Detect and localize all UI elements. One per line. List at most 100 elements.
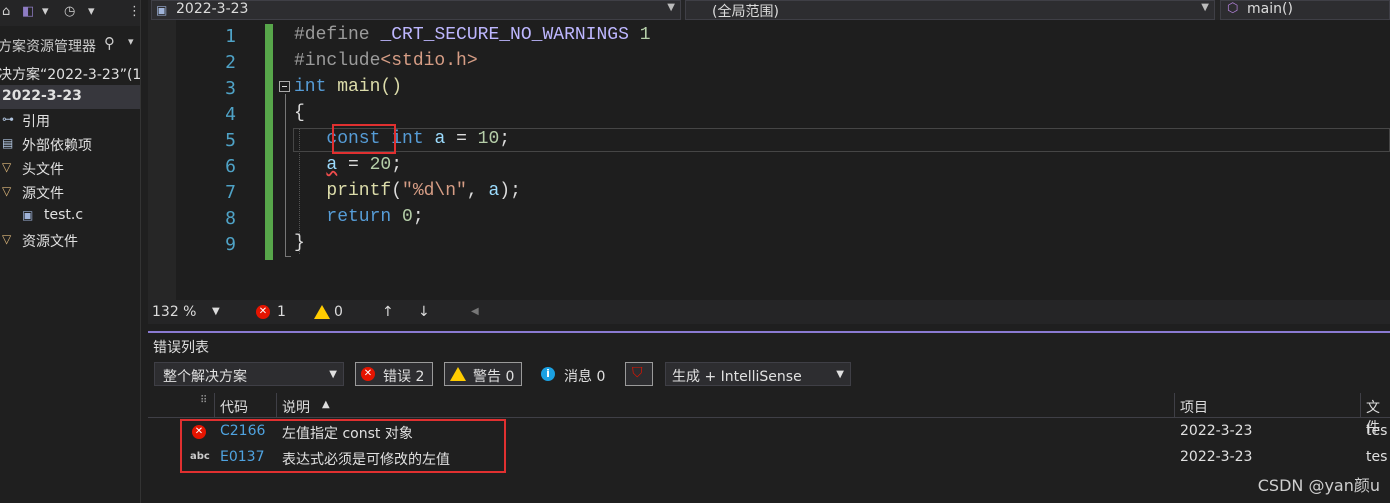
semicolon: ; bbox=[391, 155, 403, 175]
errors-toggle-label: 错误 2 bbox=[383, 369, 425, 385]
tree-item-resource-files[interactable]: ▽ 资源文件 bbox=[0, 228, 140, 252]
outline-scope-end bbox=[285, 256, 291, 257]
solution-explorer-header: 方案资源管理器 ⚲ ▾ bbox=[0, 33, 140, 55]
solution-explorer: ⌂ ◧ ▾ ◷ ▾ ⋮ 方案资源管理器 ⚲ ▾ 决方案“2022-3-23”(1… bbox=[0, 0, 141, 503]
more-icon[interactable]: ⋮ bbox=[128, 4, 140, 19]
error-count[interactable]: 1 bbox=[277, 304, 286, 320]
external-deps-icon: ▤ bbox=[2, 136, 14, 150]
warning-icon bbox=[450, 367, 466, 381]
messages-toggle-button[interactable]: i 消息 0 bbox=[533, 362, 613, 386]
line-number: 5 bbox=[225, 130, 236, 151]
warning-count[interactable]: 0 bbox=[334, 304, 343, 320]
code-line-7: printf("%d\n", a); bbox=[294, 181, 520, 201]
project-dropdown[interactable]: ▣ 2022-3-23 ▼ bbox=[151, 0, 681, 20]
number-literal: 10 bbox=[477, 129, 500, 149]
member-dropdown-value: main() bbox=[1247, 1, 1293, 17]
tree-item-label: 资源文件 bbox=[22, 234, 78, 250]
column-description[interactable]: 说明 bbox=[282, 397, 310, 417]
outline-scope-line bbox=[285, 94, 286, 256]
number-literal: 1 bbox=[639, 25, 651, 45]
column-code[interactable]: 代码 bbox=[220, 397, 248, 417]
filter-folder-icon: ▽ bbox=[2, 184, 12, 198]
info-icon: i bbox=[541, 367, 555, 381]
c-file-icon: ▣ bbox=[22, 208, 34, 222]
tree-item-label: 引用 bbox=[22, 114, 50, 130]
chevron-down-icon[interactable]: ▼ bbox=[212, 306, 220, 317]
tree-item-source-files[interactable]: ▽ 源文件 bbox=[0, 180, 140, 204]
error-project: 2022-3-23 bbox=[1180, 449, 1253, 465]
column-divider bbox=[214, 393, 215, 417]
tree-item-label: 外部依赖项 bbox=[22, 138, 92, 154]
panel-title: 方案资源管理器 bbox=[0, 39, 96, 55]
preprocessor-directive: #define bbox=[294, 25, 370, 45]
column-project[interactable]: 项目 bbox=[1180, 397, 1208, 417]
scroll-left-icon[interactable]: ◀ bbox=[471, 306, 479, 317]
scope-dropdown-value: (全局范围) bbox=[712, 4, 779, 20]
search-icon[interactable]: ⚲ bbox=[104, 34, 115, 52]
tree-item-header-files[interactable]: ▽ 头文件 bbox=[0, 156, 140, 180]
code-line-3: int main() bbox=[294, 77, 402, 97]
home-icon[interactable]: ⌂ bbox=[2, 4, 10, 19]
column-divider bbox=[1174, 393, 1175, 417]
operator: = bbox=[337, 155, 370, 175]
function-signature: main() bbox=[326, 77, 403, 97]
line-number: 7 bbox=[225, 182, 236, 203]
panel-title[interactable]: 错误列表 bbox=[153, 337, 209, 357]
editor-status-bar: 132 % ▼ ✕ 1 0 ↑ ↓ ◀ bbox=[148, 300, 1390, 324]
chevron-down-icon[interactable]: ▾ bbox=[128, 35, 134, 48]
scope-filter-dropdown[interactable]: 整个解决方案 ▼ bbox=[154, 362, 344, 386]
annotation-box-const bbox=[332, 124, 396, 154]
tree-project[interactable]: 2022-3-23 bbox=[0, 85, 140, 109]
vs-switch-view-icon[interactable]: ◧ bbox=[22, 4, 34, 19]
error-file: tes bbox=[1366, 423, 1388, 439]
tree-item-label: 头文件 bbox=[22, 162, 64, 178]
code-line-6: a = 20; bbox=[294, 155, 402, 175]
zoom-level[interactable]: 132 % bbox=[152, 304, 196, 320]
collapse-toggle-icon[interactable] bbox=[279, 81, 290, 92]
tree-item-external-deps[interactable]: ▤ 外部依赖项 bbox=[0, 132, 140, 156]
arrow-down-icon[interactable]: ↓ bbox=[418, 304, 430, 320]
scope-dropdown[interactable]: (全局范围) ▼ bbox=[685, 0, 1215, 20]
history-icon[interactable]: ◷ bbox=[64, 4, 75, 19]
line-number: 1 bbox=[225, 26, 236, 47]
variable: a bbox=[488, 181, 500, 201]
dropdown-arrow-icon[interactable]: ▾ bbox=[88, 4, 95, 19]
dropdown-arrow-icon[interactable]: ▾ bbox=[42, 4, 49, 19]
error-file: tes bbox=[1366, 449, 1388, 465]
change-tracking-bar bbox=[265, 24, 273, 260]
arrow-up-icon[interactable]: ↑ bbox=[382, 304, 394, 320]
scope-filter-value: 整个解决方案 bbox=[163, 369, 247, 385]
tree-solution[interactable]: 决方案“2022-3-23”(1 bbox=[0, 61, 140, 85]
chevron-down-icon: ▼ bbox=[1201, 2, 1209, 13]
tree-item-references[interactable]: ⊶ 引用 bbox=[0, 108, 140, 132]
error-list-column-header: ⠿ 代码 说明 ▲ 项目 文件 bbox=[148, 393, 1390, 436]
chevron-down-icon: ▼ bbox=[329, 369, 337, 380]
line-number: 9 bbox=[225, 234, 236, 255]
messages-toggle-label: 消息 0 bbox=[564, 369, 606, 385]
column-divider bbox=[276, 393, 277, 417]
member-dropdown[interactable]: ⬡ main() bbox=[1220, 0, 1390, 20]
solution-label: 决方案“2022-3-23”(1 bbox=[0, 67, 141, 83]
line-number: 4 bbox=[225, 104, 236, 125]
string-literal: "%d\n" bbox=[402, 181, 467, 201]
filter-button[interactable]: ⛉ bbox=[625, 362, 653, 386]
line-number: 2 bbox=[225, 52, 236, 73]
chevron-down-icon: ▼ bbox=[667, 2, 675, 13]
tree-item-test-c[interactable]: ▣ test.c bbox=[0, 204, 140, 228]
filter-funnel-icon: ⛉ bbox=[632, 365, 643, 381]
code-editor[interactable]: 1 2 3 4 5 6 7 8 9 #define _CRT_SECURE_NO… bbox=[148, 20, 1390, 300]
keyword: int bbox=[391, 129, 424, 149]
column-divider bbox=[1360, 393, 1361, 417]
warnings-toggle-label: 警告 0 bbox=[473, 369, 515, 385]
warnings-toggle-button[interactable]: 警告 0 bbox=[444, 362, 522, 386]
comma: , bbox=[466, 181, 489, 201]
errors-toggle-button[interactable]: ✕ 错误 2 bbox=[355, 362, 433, 386]
error-project: 2022-3-23 bbox=[1180, 423, 1253, 439]
source-filter-dropdown[interactable]: 生成 + IntelliSense ▼ bbox=[665, 362, 851, 386]
project-label: 2022-3-23 bbox=[2, 88, 82, 104]
line-number: 6 bbox=[225, 156, 236, 177]
error-list-panel: 错误列表 整个解决方案 ▼ ✕ 错误 2 警告 0 i 消息 0 ⛉ 生成 + … bbox=[148, 333, 1390, 503]
column-options-icon[interactable]: ⠿ bbox=[200, 395, 207, 406]
sort-ascending-icon: ▲ bbox=[322, 399, 330, 410]
function-call: printf bbox=[326, 181, 392, 201]
